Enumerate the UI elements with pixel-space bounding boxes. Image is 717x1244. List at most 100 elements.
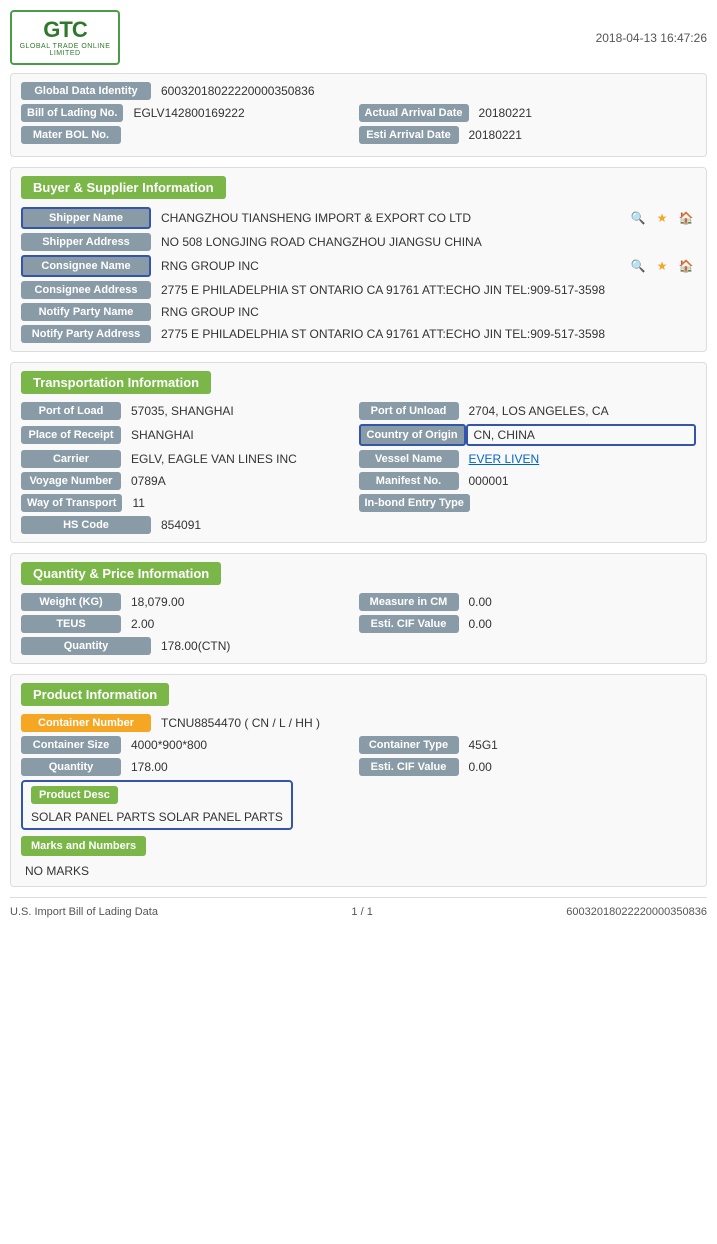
container-size-row: Container Size 4000*900*800 Container Ty…	[21, 736, 696, 754]
carrier-left: Carrier EGLV, EAGLE VAN LINES INC	[21, 450, 359, 468]
shipper-icons: 🔍 ★ 🏠	[628, 208, 696, 228]
home-icon[interactable]: 🏠	[676, 208, 696, 228]
teus-label: TEUS	[21, 615, 121, 633]
transportation-card: Transportation Information Port of Load …	[10, 362, 707, 543]
hs-code-value: 854091	[151, 518, 696, 532]
product-quantity-value: 178.00	[121, 760, 359, 774]
transportation-header: Transportation Information	[21, 371, 211, 394]
manifest-no-right: Manifest No. 000001	[359, 472, 697, 490]
shipper-address-row: Shipper Address NO 508 LONGJING ROAD CHA…	[21, 233, 696, 251]
port-load-left: Port of Load 57035, SHANGHAI	[21, 402, 359, 420]
port-load-value: 57035, SHANGHAI	[121, 404, 359, 418]
weight-left: Weight (KG) 18,079.00	[21, 593, 359, 611]
notify-party-name-value: RNG GROUP INC	[151, 305, 696, 319]
esti-cif-label: Esti. CIF Value	[359, 615, 459, 633]
notify-party-name-row: Notify Party Name RNG GROUP INC	[21, 303, 696, 321]
star-icon-2[interactable]: ★	[652, 256, 672, 276]
shipper-name-label: Shipper Name	[21, 207, 151, 229]
shipper-address-value: NO 508 LONGJING ROAD CHANGZHOU JIANGSU C…	[151, 235, 696, 249]
quantity-price-card: Quantity & Price Information Weight (KG)…	[10, 553, 707, 664]
consignee-name-row: Consignee Name RNG GROUP INC 🔍 ★ 🏠	[21, 255, 696, 277]
global-data-identity-label: Global Data Identity	[21, 82, 151, 100]
bill-lading-left: Bill of Lading No. EGLV142800169222	[21, 104, 359, 122]
consignee-address-label: Consignee Address	[21, 281, 151, 299]
mater-bol-label: Mater BOL No.	[21, 126, 121, 144]
mater-bol-left: Mater BOL No.	[21, 126, 359, 144]
buyer-supplier-card: Buyer & Supplier Information Shipper Nam…	[10, 167, 707, 352]
vessel-name-value[interactable]: EVER LIVEN	[459, 452, 697, 466]
product-esti-cif-right: Esti. CIF Value 0.00	[359, 758, 697, 776]
logo-letters: GTC	[43, 19, 86, 41]
quantity-label: Quantity	[21, 637, 151, 655]
container-size-value: 4000*900*800	[121, 738, 359, 752]
esti-cif-right: Esti. CIF Value 0.00	[359, 615, 697, 633]
home-icon-2[interactable]: 🏠	[676, 256, 696, 276]
container-type-value: 45G1	[459, 738, 697, 752]
container-number-row: Container Number TCNU8854470 ( CN / L / …	[21, 714, 696, 732]
port-unload-value: 2704, LOS ANGELES, CA	[459, 404, 697, 418]
global-data-identity-row: Global Data Identity 6003201802222000035…	[21, 82, 696, 100]
vessel-name-right: Vessel Name EVER LIVEN	[359, 450, 697, 468]
timestamp: 2018-04-13 16:47:26	[596, 31, 707, 45]
shipper-name-value: CHANGZHOU TIANSHENG IMPORT & EXPORT CO L…	[151, 211, 622, 225]
esti-arrival-value: 20180221	[459, 128, 697, 142]
country-origin-value: CN, CHINA	[466, 424, 696, 446]
search-icon-2[interactable]: 🔍	[628, 256, 648, 276]
container-size-left: Container Size 4000*900*800	[21, 736, 359, 754]
measure-cm-label: Measure in CM	[359, 593, 459, 611]
actual-arrival-label: Actual Arrival Date	[359, 104, 469, 122]
weight-label: Weight (KG)	[21, 593, 121, 611]
actual-arrival-value: 20180221	[469, 106, 696, 120]
port-load-row: Port of Load 57035, SHANGHAI Port of Unl…	[21, 402, 696, 420]
carrier-value: EGLV, EAGLE VAN LINES INC	[121, 452, 359, 466]
voyage-number-row: Voyage Number 0789A Manifest No. 000001	[21, 472, 696, 490]
carrier-row: Carrier EGLV, EAGLE VAN LINES INC Vessel…	[21, 450, 696, 468]
container-size-label: Container Size	[21, 736, 121, 754]
port-unload-label: Port of Unload	[359, 402, 459, 420]
logo-sub: GLOBAL TRADE ONLINE LIMITED	[16, 43, 114, 57]
page-footer: U.S. Import Bill of Lading Data 1 / 1 60…	[10, 897, 707, 918]
vessel-name-label: Vessel Name	[359, 450, 459, 468]
in-bond-right: In-bond Entry Type	[359, 494, 697, 512]
place-receipt-value: SHANGHAI	[121, 428, 359, 442]
logo-box: GTC GLOBAL TRADE ONLINE LIMITED	[10, 10, 120, 65]
search-icon[interactable]: 🔍	[628, 208, 648, 228]
quantity-price-header: Quantity & Price Information	[21, 562, 221, 585]
consignee-name-value: RNG GROUP INC	[151, 259, 622, 273]
weight-row: Weight (KG) 18,079.00 Measure in CM 0.00	[21, 593, 696, 611]
place-receipt-label: Place of Receipt	[21, 426, 121, 444]
manifest-no-value: 000001	[459, 474, 697, 488]
way-transport-label: Way of Transport	[21, 494, 122, 512]
buyer-supplier-header: Buyer & Supplier Information	[21, 176, 226, 199]
notify-party-address-label: Notify Party Address	[21, 325, 151, 343]
footer-left: U.S. Import Bill of Lading Data	[10, 906, 158, 918]
voyage-number-label: Voyage Number	[21, 472, 121, 490]
teus-left: TEUS 2.00	[21, 615, 359, 633]
product-desc-value: SOLAR PANEL PARTS SOLAR PANEL PARTS	[31, 810, 283, 824]
product-quantity-row: Quantity 178.00 Esti. CIF Value 0.00	[21, 758, 696, 776]
product-quantity-left: Quantity 178.00	[21, 758, 359, 776]
top-info-card: Global Data Identity 6003201802222000035…	[10, 73, 707, 157]
footer-page-info: 1 / 1	[351, 906, 372, 918]
port-unload-right: Port of Unload 2704, LOS ANGELES, CA	[359, 402, 697, 420]
manifest-no-label: Manifest No.	[359, 472, 459, 490]
weight-value: 18,079.00	[121, 595, 359, 609]
measure-cm-right: Measure in CM 0.00	[359, 593, 697, 611]
marks-numbers-label: Marks and Numbers	[21, 836, 146, 856]
teus-value: 2.00	[121, 617, 359, 631]
container-number-label: Container Number	[21, 714, 151, 732]
esti-arrival-label: Esti Arrival Date	[359, 126, 459, 144]
place-receipt-row: Place of Receipt SHANGHAI Country of Ori…	[21, 424, 696, 446]
consignee-name-label: Consignee Name	[21, 255, 151, 277]
star-icon[interactable]: ★	[652, 208, 672, 228]
shipper-name-row: Shipper Name CHANGZHOU TIANSHENG IMPORT …	[21, 207, 696, 229]
notify-party-address-value: 2775 E PHILADELPHIA ST ONTARIO CA 91761 …	[151, 327, 696, 341]
product-desc-label: Product Desc	[31, 786, 118, 804]
bill-lading-value: EGLV142800169222	[123, 106, 358, 120]
product-info-header: Product Information	[21, 683, 169, 706]
container-type-label: Container Type	[359, 736, 459, 754]
footer-right: 60032018022220000350836	[566, 906, 707, 918]
voyage-number-value: 0789A	[121, 474, 359, 488]
carrier-label: Carrier	[21, 450, 121, 468]
voyage-number-left: Voyage Number 0789A	[21, 472, 359, 490]
